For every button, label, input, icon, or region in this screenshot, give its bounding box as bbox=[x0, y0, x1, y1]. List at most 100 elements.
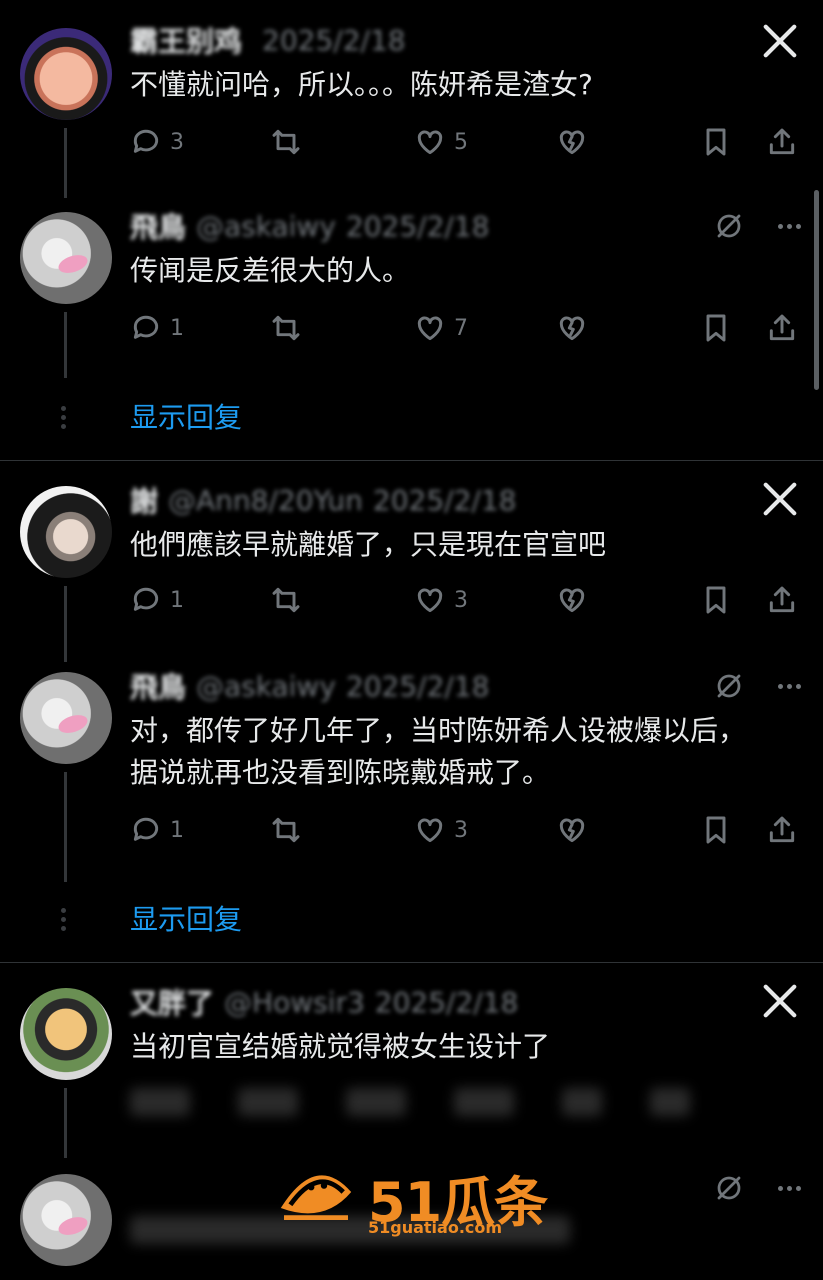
show-replies-link[interactable]: 显示回复 bbox=[130, 900, 242, 940]
post-text: 传闻是反差很大的人。 bbox=[130, 254, 411, 287]
like-count: 3 bbox=[454, 817, 468, 843]
thread-line bbox=[64, 772, 67, 882]
bookmark-icon bbox=[706, 314, 726, 342]
avatar[interactable] bbox=[20, 486, 112, 578]
bookmark-icon bbox=[706, 128, 726, 156]
share-icon bbox=[769, 128, 795, 155]
bookmark-button[interactable] bbox=[700, 308, 732, 348]
show-replies-link[interactable]: 显示回复 bbox=[130, 398, 242, 438]
thread-line bbox=[64, 586, 67, 662]
broken-heart-icon bbox=[559, 588, 585, 613]
post-date[interactable]: 2025/2/18 bbox=[375, 986, 519, 1019]
reply-icon bbox=[133, 587, 159, 611]
like-icon bbox=[417, 316, 443, 341]
bookmark-button[interactable] bbox=[700, 810, 732, 850]
avatar[interactable] bbox=[20, 28, 112, 120]
share-button[interactable] bbox=[766, 308, 798, 348]
author-handle[interactable]: @askaiwy bbox=[196, 670, 336, 703]
post-date[interactable]: 2025/2/18 bbox=[262, 24, 406, 57]
x-logo-icon[interactable] bbox=[761, 982, 799, 1020]
bookmark-button[interactable] bbox=[700, 580, 732, 620]
post-date[interactable]: 2025/2/18 bbox=[346, 670, 490, 703]
bookmark-icon bbox=[706, 816, 726, 844]
retweet-button[interactable] bbox=[270, 810, 302, 850]
share-button[interactable] bbox=[766, 810, 798, 850]
like-button[interactable]: 7 bbox=[414, 308, 468, 348]
action-bar: 1 7 bbox=[130, 308, 810, 348]
retweet-icon bbox=[272, 315, 300, 341]
post-header: 飛鳥 @askaiwy 2025/2/18 bbox=[130, 666, 490, 706]
reply-icon bbox=[133, 817, 159, 841]
dislike-button[interactable] bbox=[556, 122, 588, 162]
reply-count: 1 bbox=[170, 817, 184, 843]
mute-icon[interactable] bbox=[714, 211, 744, 241]
watermark: 51瓜条 51guatiao.com bbox=[268, 1150, 558, 1250]
reply-button[interactable]: 3 bbox=[130, 122, 184, 162]
post-text: 他們應該早就離婚了，只是現在官宣吧 bbox=[130, 528, 607, 561]
broken-heart-icon bbox=[559, 818, 585, 843]
post-menu bbox=[714, 208, 801, 244]
reply-icon bbox=[133, 315, 159, 339]
post-date[interactable]: 2025/2/18 bbox=[346, 210, 490, 243]
reply-count: 1 bbox=[170, 587, 184, 613]
dislike-button[interactable] bbox=[556, 810, 588, 850]
dislike-button[interactable] bbox=[556, 308, 588, 348]
x-logo-icon[interactable] bbox=[761, 480, 799, 518]
share-button[interactable] bbox=[766, 580, 798, 620]
author-name[interactable]: 謝 bbox=[130, 480, 158, 520]
like-button[interactable]: 3 bbox=[414, 580, 468, 620]
author-name[interactable]: 飛鳥 bbox=[130, 666, 186, 706]
dislike-button[interactable] bbox=[556, 580, 588, 620]
more-replies-dots bbox=[61, 406, 66, 429]
reply-button[interactable]: 1 bbox=[130, 810, 184, 850]
avatar[interactable] bbox=[20, 212, 112, 304]
retweet-button[interactable] bbox=[270, 308, 302, 348]
reply-icon bbox=[133, 129, 159, 153]
share-icon bbox=[769, 816, 795, 843]
share-button[interactable] bbox=[766, 122, 798, 162]
mute-icon[interactable] bbox=[714, 671, 744, 701]
more-icon[interactable] bbox=[778, 1185, 801, 1191]
avatar[interactable] bbox=[20, 1174, 112, 1266]
author-name[interactable]: 又胖了 bbox=[130, 982, 214, 1022]
broken-heart-icon bbox=[559, 316, 585, 341]
author-name[interactable]: 飛鳥 bbox=[130, 206, 186, 246]
thread-line bbox=[64, 312, 67, 378]
reply-button[interactable]: 1 bbox=[130, 308, 184, 348]
author-handle[interactable]: @Howsir3 bbox=[224, 986, 365, 1019]
x-logo-icon[interactable] bbox=[761, 22, 799, 60]
like-button[interactable]: 3 bbox=[414, 810, 468, 850]
bookmark-button[interactable] bbox=[700, 122, 732, 162]
avatar[interactable] bbox=[20, 988, 112, 1080]
avatar-decoration bbox=[56, 1213, 90, 1239]
author-name[interactable]: 霸王别鸡 bbox=[130, 20, 242, 60]
thread-line bbox=[64, 1088, 67, 1158]
mute-icon[interactable] bbox=[714, 1173, 744, 1203]
watermelon-logo-icon bbox=[280, 1175, 352, 1220]
post-date[interactable]: 2025/2/18 bbox=[373, 484, 517, 517]
share-icon bbox=[769, 586, 795, 613]
divider bbox=[0, 460, 823, 461]
author-handle[interactable]: @Ann8/20Yun bbox=[168, 484, 363, 517]
reply-count: 3 bbox=[170, 129, 184, 155]
more-icon[interactable] bbox=[778, 683, 801, 689]
share-icon bbox=[769, 314, 795, 341]
like-icon bbox=[417, 130, 443, 155]
retweet-button[interactable] bbox=[270, 580, 302, 620]
reply-button[interactable]: 1 bbox=[130, 580, 184, 620]
author-handle[interactable]: @askaiwy bbox=[196, 210, 336, 243]
post-text: 当初官宣结婚就觉得被女生设计了 bbox=[130, 1030, 551, 1063]
divider bbox=[0, 962, 823, 963]
more-icon[interactable] bbox=[778, 223, 801, 229]
like-count: 5 bbox=[454, 129, 468, 155]
bookmark-icon bbox=[706, 586, 726, 614]
thread-line bbox=[64, 128, 67, 198]
retweet-button[interactable] bbox=[270, 122, 302, 162]
action-bar: 3 5 bbox=[130, 122, 810, 162]
post-text: 不懂就问哈，所以。。。陈妍希是渣女? bbox=[130, 68, 593, 101]
retweet-icon bbox=[272, 129, 300, 155]
scrollbar[interactable] bbox=[814, 190, 819, 390]
avatar[interactable] bbox=[20, 672, 112, 764]
like-button[interactable]: 5 bbox=[414, 122, 468, 162]
retweet-icon bbox=[272, 587, 300, 613]
